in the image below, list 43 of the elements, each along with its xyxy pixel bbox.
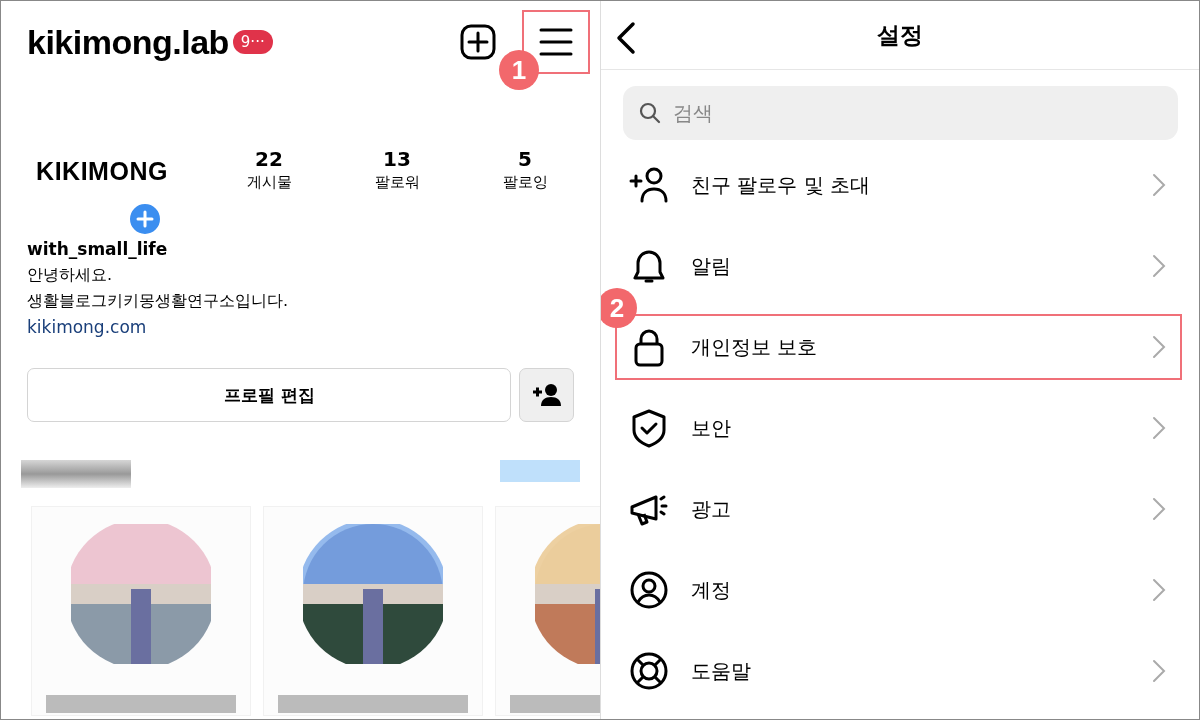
search-field[interactable]: 검색 — [671, 100, 1162, 127]
chevron-icon — [1152, 578, 1166, 602]
suggestion-card[interactable] — [31, 506, 251, 716]
chevron-icon — [1152, 497, 1166, 521]
add-story-icon[interactable] — [128, 202, 162, 236]
settings-item[interactable]: 계정 — [615, 557, 1182, 623]
settings-item[interactable]: 도움말 — [615, 638, 1182, 704]
settings-item[interactable]: 친구 팔로우 및 초대 — [615, 152, 1182, 218]
stat-value: 5 — [518, 147, 532, 171]
add-person-icon — [629, 165, 669, 205]
bio-text: 생활블로그키키몽생활연구소입니다. — [27, 290, 290, 312]
step-marker: 1 — [499, 50, 539, 90]
settings-item[interactable]: 보안 — [615, 395, 1182, 461]
screen-title: 설정 — [877, 20, 923, 50]
chevron-icon — [1152, 659, 1166, 683]
chevron-icon — [1152, 416, 1166, 440]
website-link[interactable]: kikimong.com — [27, 314, 574, 340]
stat-value: 22 — [255, 147, 283, 171]
notification-badge: 9··· — [232, 30, 273, 54]
search-icon — [639, 102, 661, 125]
step-marker: 2 — [601, 288, 637, 328]
add-person-icon — [531, 383, 562, 407]
account-icon — [629, 570, 669, 610]
chevron-icon — [1152, 173, 1166, 197]
display-name: with_small_life — [27, 238, 169, 261]
chevron-icon — [1152, 254, 1166, 278]
add-icon[interactable] — [460, 24, 496, 60]
stat-value: 13 — [383, 147, 411, 171]
search-bar[interactable]: 검색 — [623, 86, 1178, 140]
username[interactable]: kikimong.lab — [27, 22, 229, 62]
help-icon — [629, 651, 669, 691]
menu-icon[interactable] — [539, 27, 573, 57]
stat-label: 게시물 — [246, 173, 292, 192]
edit-profile-button[interactable]: 프로필 편집 — [27, 368, 512, 422]
chevron-icon — [1152, 335, 1166, 359]
stat-label: 팔로잉 — [502, 173, 548, 192]
back-icon[interactable] — [615, 21, 637, 55]
stat-label: 팔로워 — [374, 173, 420, 192]
suggestion-card[interactable] — [263, 506, 483, 716]
settings-item[interactable]: 광고 — [615, 476, 1182, 542]
add-person-button[interactable] — [519, 368, 574, 422]
avatar-logo: KIKIMONG — [36, 157, 168, 186]
bio-text: 안녕하세요. — [27, 264, 114, 286]
